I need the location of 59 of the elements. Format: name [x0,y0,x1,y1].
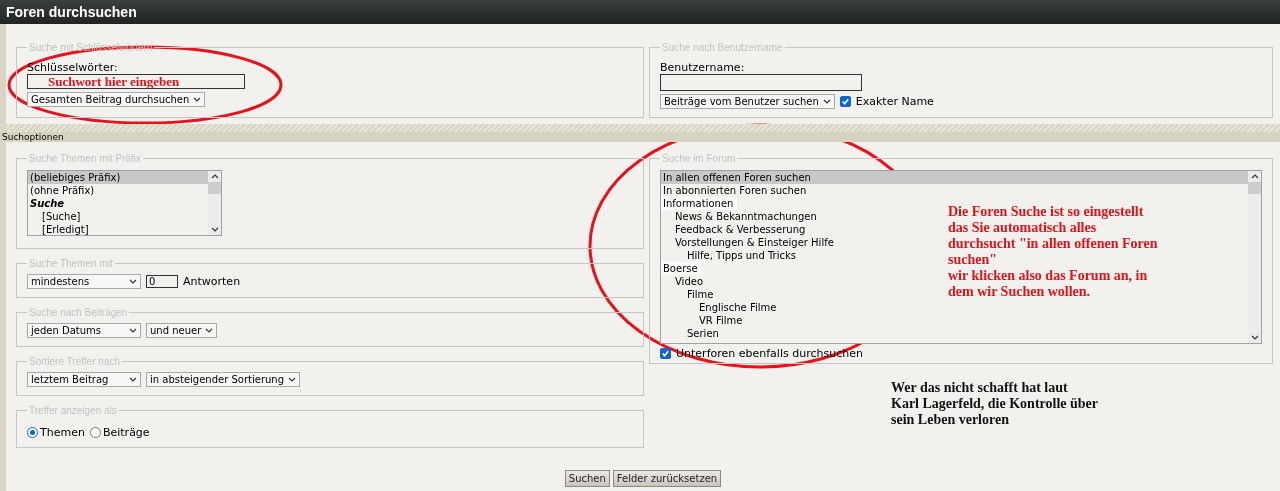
list-option[interactable]: Serien [661,327,723,340]
caret-icon [822,99,831,104]
keyword-field[interactable]: Suchwort hier eingeben [27,74,245,89]
caret-icon [129,328,137,333]
list-option[interactable]: Hilfe, Tipps und Tricks [661,249,800,262]
list-option[interactable]: Informationen [661,197,738,210]
number-field[interactable]: 0 [146,275,178,288]
section-title: Suchoptionen [0,132,1280,142]
list-option[interactable]: [Erledigt] [28,223,93,235]
list-option[interactable]: Video [661,275,708,288]
checkbox[interactable] [660,348,671,359]
list-option[interactable]: Boerse [661,262,702,275]
scroll-down-icon[interactable] [210,227,219,232]
dropdown[interactable]: in absteigender Sortierung [146,372,301,387]
list-option[interactable]: News & Bekanntmachungen [661,210,821,223]
window-title: Foren durchsuchen [0,0,1280,24]
field-label: Benutzername: [660,61,746,74]
radio-button[interactable] [89,427,101,438]
dropdown[interactable]: Gesamten Beitrag durchsuchen [27,92,206,107]
list-option[interactable]: Suche [28,197,69,210]
caret-icon [288,377,297,382]
unit-label: Antworten [183,275,241,288]
list-option[interactable]: [Suche] [28,210,85,223]
caret-icon [129,377,137,382]
scroll-up-icon[interactable] [1250,174,1259,179]
list-option[interactable]: (ohne Präfix) [28,184,99,197]
radio-label: Beiträge [102,426,150,439]
checkbox-label: Exakter Name [855,95,934,108]
list-option[interactable]: Vorstellungen & Einsteiger Hilfe [661,236,838,249]
caret-icon [193,97,202,102]
username-field[interactable] [660,74,862,91]
dropdown[interactable]: mindestens [27,274,141,289]
reset-button[interactable]: Felder zurücksetzen [612,470,722,487]
scrollbar-thumb[interactable] [208,182,221,194]
caret-icon [205,328,214,333]
search-button[interactable]: Suchen [564,470,610,487]
scroll-up-icon[interactable] [210,174,219,179]
dropdown[interactable]: jeden Datums [27,323,141,338]
dropdown[interactable]: Beiträge vom Benutzer suchen [660,94,835,109]
scrollbar[interactable] [208,171,221,235]
scrollbar-thumb[interactable] [1248,182,1261,194]
radio-button[interactable] [27,427,38,438]
list-option[interactable]: In abonnierten Foren suchen [661,184,811,197]
list-option[interactable]: Englische Filme [661,301,781,314]
dropdown[interactable]: und neuer [146,323,218,338]
list-option[interactable]: (beliebiges Präfix) [28,171,208,184]
scrollbar[interactable] [1248,171,1261,343]
field-label: Schlüsselwörter: [27,61,119,74]
list-option[interactable]: Filme [661,288,718,301]
radio-label: Themen [40,426,85,439]
list-option[interactable]: VR Filme [661,314,747,327]
caret-icon [129,279,137,284]
checkbox[interactable] [839,96,851,107]
list-option[interactable]: Feedback & Verbesserung [661,223,810,236]
scroll-down-icon[interactable] [1250,335,1259,340]
list-option[interactable]: In allen offenen Foren suchen [661,171,1248,184]
dropdown[interactable]: letztem Beitrag [27,372,141,387]
annotation-text: Wer das nicht schafft hat laut Karl Lagerfeld, die Kontrolle über sein Leben verloren [891,380,1098,428]
annotation-text: Die Foren Suche ist so eingestellt das Sie automatisch alles durchsucht "in allen offenen Foren suchen" wir klicken also das Forum an, in dem wir Suchen wollen. [948,204,1158,300]
